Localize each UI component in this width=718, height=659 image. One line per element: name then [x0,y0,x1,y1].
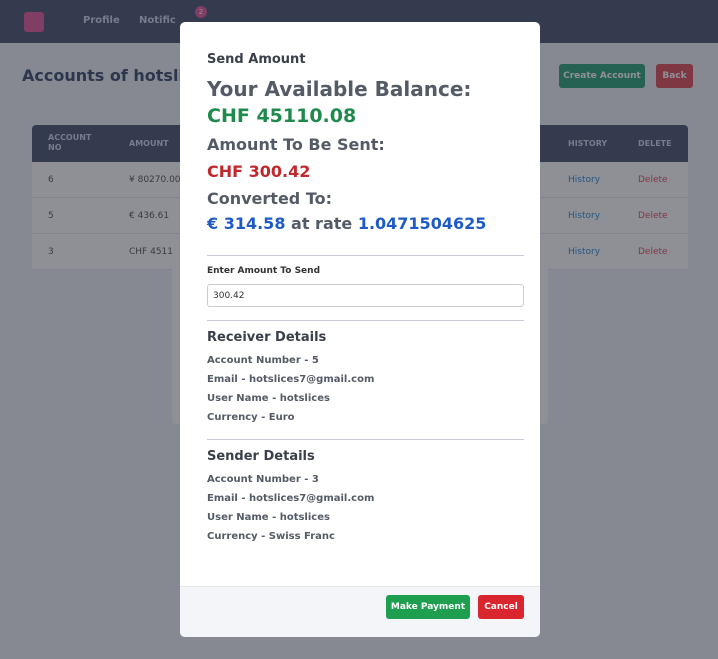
rate-value: 1.0471504625 [357,214,487,233]
receiver-currency: Currency - Euro [207,412,295,423]
divider [207,320,524,321]
sender-details-heading: Sender Details [207,449,315,464]
converted-row: € 314.58 at rate 1.0471504625 [207,214,524,233]
divider [207,439,524,440]
receiver-details-heading: Receiver Details [207,330,327,345]
receiver-account-number: Account Number - 5 [207,355,319,366]
send-amount-modal: Send Amount Your Available Balance: CHF … [180,22,540,637]
amount-sent-heading: Amount To Be Sent: [207,135,385,154]
modal-footer: Make Payment Cancel [180,586,540,637]
converted-heading: Converted To: [207,189,332,208]
modal-body: Send Amount Your Available Balance: CHF … [180,22,540,542]
amount-input[interactable] [207,284,524,307]
cancel-button[interactable]: Cancel [478,595,524,619]
sender-account-number: Account Number - 3 [207,474,319,485]
receiver-username: User Name - hotslices [207,393,330,404]
amount-input-label: Enter Amount To Send [207,266,321,276]
sender-currency: Currency - Swiss Franc [207,531,335,542]
balance-heading: Your Available Balance: [207,77,472,101]
rate-text: at rate [291,214,353,233]
converted-amount: € 314.58 [207,214,286,233]
sender-email: Email - hotslices7@gmail.com [207,493,375,504]
receiver-email: Email - hotslices7@gmail.com [207,374,375,385]
balance-value: CHF 45110.08 [207,105,357,127]
make-payment-button[interactable]: Make Payment [386,595,470,619]
divider [207,255,524,256]
sender-username: User Name - hotslices [207,512,330,523]
modal-title: Send Amount [207,52,306,67]
amount-sent-value: CHF 300.42 [207,162,311,181]
